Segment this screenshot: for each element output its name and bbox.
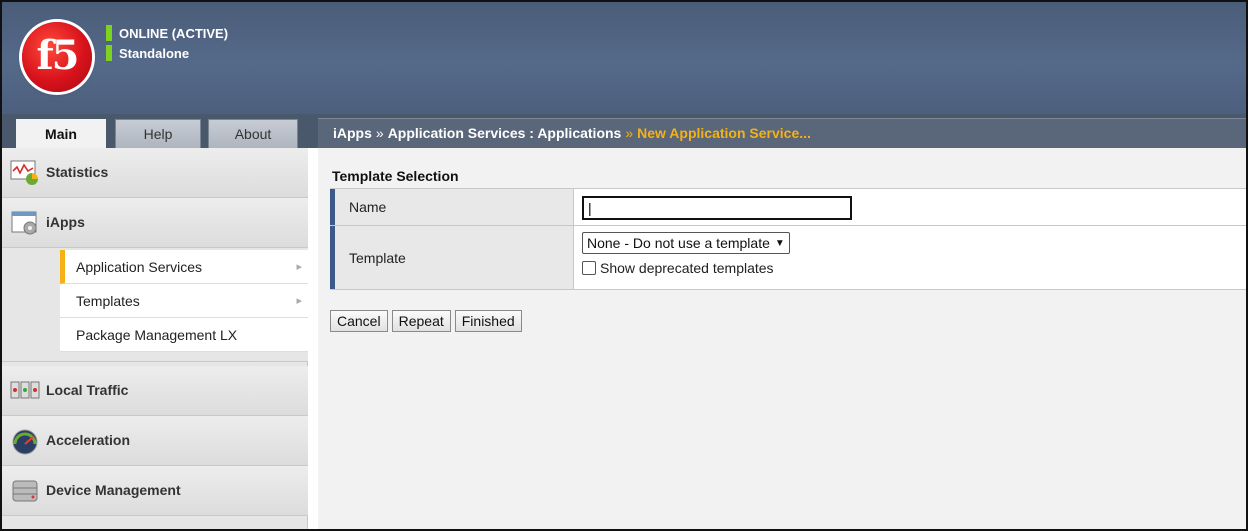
header-banner: f5 ONLINE (ACTIVE) Standalone: [2, 2, 1246, 114]
repeat-button[interactable]: Repeat: [391, 310, 451, 332]
tab-about[interactable]: About: [208, 119, 298, 148]
show-deprecated-row: Show deprecated templates: [582, 260, 1246, 276]
iapps-submenu: Application Services ▸ Templates ▸ Packa…: [2, 248, 308, 362]
tab-main[interactable]: Main: [16, 119, 106, 148]
sidebar: Statistics iApps Application Services ▸ …: [2, 148, 308, 529]
logo-text: f5: [36, 32, 79, 79]
sidebar-item-device-management[interactable]: Device Management: [2, 466, 308, 516]
sidebar-item-statistics[interactable]: Statistics: [2, 148, 308, 198]
template-select-value: None - Do not use a template: [587, 235, 770, 251]
main-content: Template Selection Name Template None - …: [318, 148, 1246, 529]
sidebar-item-iapps[interactable]: iApps: [2, 198, 308, 248]
show-deprecated-label: Show deprecated templates: [600, 260, 774, 276]
sidebar-item-label: Acceleration: [46, 432, 131, 448]
app-window: f5 ONLINE (ACTIVE) Standalone Main Help …: [0, 0, 1248, 531]
template-selection-form: Name Template None - Do not use a templa…: [330, 188, 1246, 290]
submenu-item-label: Application Services: [76, 259, 203, 275]
submenu-item-templates[interactable]: Templates ▸: [60, 284, 308, 318]
sidebar-item-label: Local Traffic: [46, 382, 129, 398]
acceleration-icon: [12, 429, 38, 455]
status-indicator: [106, 25, 112, 41]
breadcrumb-iapps[interactable]: iApps: [333, 125, 372, 141]
template-label: Template: [330, 226, 574, 289]
chevron-right-icon: ▸: [296, 261, 302, 273]
status-line-online: ONLINE (ACTIVE): [106, 24, 228, 42]
system-status: ONLINE (ACTIVE) Standalone: [106, 24, 228, 64]
breadcrumb-current: New Application Service...: [637, 125, 811, 141]
submenu-item-package-management[interactable]: Package Management LX: [60, 318, 308, 352]
name-value-cell: [574, 189, 1246, 225]
submenu-item-application-services[interactable]: Application Services ▸: [60, 250, 308, 284]
name-label: Name: [330, 189, 574, 225]
sidebar-item-label: iApps: [46, 214, 85, 230]
form-row-template: Template None - Do not use a template ▼ …: [330, 226, 1246, 290]
status-line-mode: Standalone: [106, 44, 228, 62]
breadcrumb: iApps» Application Services : Application…: [318, 118, 1246, 148]
submenu-item-label: Templates: [76, 293, 140, 309]
sidebar-item-local-traffic[interactable]: Local Traffic: [2, 366, 308, 416]
sidebar-item-label: Device Management: [46, 482, 181, 498]
iapps-icon: [11, 211, 37, 235]
form-row-name: Name: [330, 189, 1246, 226]
f5-logo: f5: [22, 22, 92, 92]
status-text: Standalone: [119, 45, 190, 61]
section-title: Template Selection: [332, 168, 459, 184]
show-deprecated-checkbox[interactable]: [582, 261, 596, 275]
sidebar-item-acceleration[interactable]: Acceleration: [2, 416, 308, 466]
breadcrumb-applications[interactable]: Application Services : Applications: [388, 125, 622, 141]
chevron-right-icon: ▸: [296, 295, 302, 307]
status-text: ONLINE (ACTIVE): [119, 25, 229, 41]
local-traffic-icon: [10, 381, 40, 399]
cancel-button[interactable]: Cancel: [330, 310, 388, 332]
breadcrumb-separator: »: [625, 125, 634, 141]
status-indicator: [106, 45, 112, 61]
breadcrumb-separator: »: [375, 125, 384, 141]
template-select[interactable]: None - Do not use a template ▼: [582, 232, 790, 254]
sidebar-item-label: Statistics: [46, 164, 109, 180]
submenu-item-label: Package Management LX: [76, 327, 238, 343]
form-buttons: Cancel Repeat Finished: [330, 310, 522, 332]
tab-help[interactable]: Help: [115, 119, 201, 148]
tab-bar: Main Help About iApps» Application Servic…: [2, 114, 1246, 148]
template-value-cell: None - Do not use a template ▼ Show depr…: [574, 226, 1246, 289]
statistics-icon: [10, 160, 38, 185]
finished-button[interactable]: Finished: [454, 310, 522, 332]
device-management-icon: [12, 480, 38, 502]
name-input[interactable]: [582, 196, 852, 220]
chevron-down-icon: ▼: [774, 237, 785, 249]
